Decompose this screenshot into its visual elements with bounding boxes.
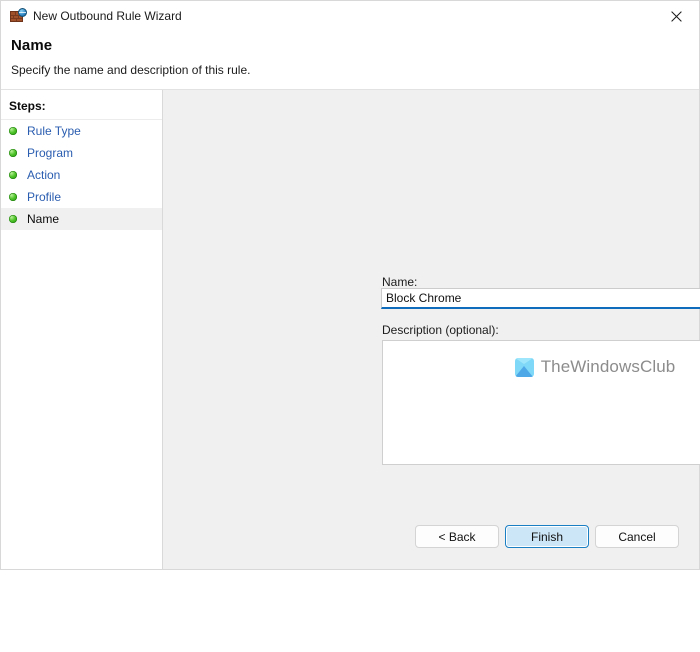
- step-bullet-icon: [9, 171, 17, 179]
- page-title: Name: [11, 37, 699, 54]
- name-input-wrapper[interactable]: [381, 288, 700, 309]
- firewall-icon: [10, 8, 26, 24]
- name-input[interactable]: [382, 289, 700, 307]
- description-input[interactable]: [383, 341, 700, 464]
- sidebar-item-label: Rule Type: [27, 124, 81, 138]
- sidebar-item-label: Name: [27, 212, 59, 226]
- finish-button[interactable]: Finish: [505, 525, 589, 548]
- step-bullet-icon: [9, 149, 17, 157]
- sidebar-item-label: Program: [27, 146, 73, 160]
- title-bar: New Outbound Rule Wizard: [1, 1, 699, 31]
- steps-header: Steps:: [1, 90, 162, 120]
- sidebar-item-profile[interactable]: Profile: [1, 186, 162, 208]
- sidebar-item-rule-type[interactable]: Rule Type: [1, 120, 162, 142]
- description-field-label: Description (optional):: [382, 323, 499, 337]
- page-subtitle: Specify the name and description of this…: [11, 63, 699, 77]
- page-header: Name Specify the name and description of…: [1, 31, 699, 89]
- description-input-wrapper[interactable]: TheWindowsClub: [382, 340, 700, 465]
- wizard-window: New Outbound Rule Wizard Name Specify th…: [0, 0, 700, 570]
- sidebar-item-name[interactable]: Name: [1, 208, 162, 230]
- button-row: < Back Finish Cancel: [415, 525, 679, 548]
- cancel-button[interactable]: Cancel: [595, 525, 679, 548]
- step-bullet-icon: [9, 127, 17, 135]
- name-field-label: Name:: [382, 275, 417, 289]
- close-icon[interactable]: [654, 1, 699, 31]
- wizard-body: Steps: Rule Type Program Action Profile …: [1, 89, 699, 569]
- back-button[interactable]: < Back: [415, 525, 499, 548]
- main-panel: Name: Description (optional): TheWindows…: [163, 90, 699, 569]
- sidebar-item-program[interactable]: Program: [1, 142, 162, 164]
- step-bullet-icon: [9, 193, 17, 201]
- window-title: New Outbound Rule Wizard: [33, 9, 182, 23]
- steps-sidebar: Steps: Rule Type Program Action Profile …: [1, 90, 163, 569]
- step-bullet-icon: [9, 215, 17, 223]
- sidebar-item-label: Profile: [27, 190, 61, 204]
- sidebar-item-label: Action: [27, 168, 60, 182]
- sidebar-item-action[interactable]: Action: [1, 164, 162, 186]
